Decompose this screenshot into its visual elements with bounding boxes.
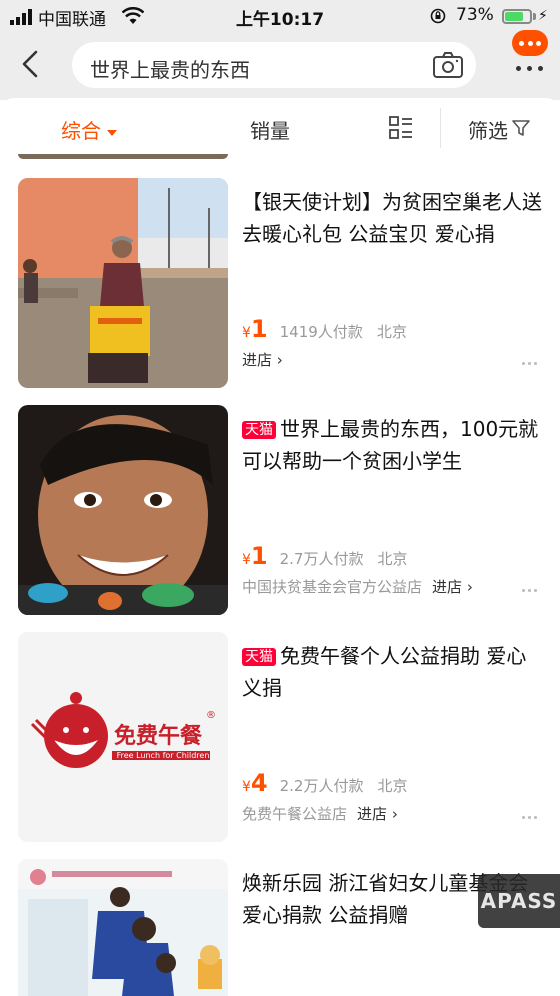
previous-product-image-edge	[18, 154, 228, 159]
currency-symbol: ¥	[242, 779, 251, 795]
enter-shop-link[interactable]: 进店	[357, 805, 387, 823]
product-card[interactable]: 天猫 世界上最贵的东西，100元就可以帮助一个贫困小学生 ¥1 2.7万人付款 北京 …	[0, 405, 560, 617]
more-menu-dots	[514, 66, 546, 72]
product-price: 1	[250, 542, 268, 570]
shop-row[interactable]: 中国扶贫基金会官方公益店 进店 ›	[242, 576, 473, 597]
shop-row[interactable]: 免费午餐公益店 进店 ›	[242, 803, 398, 824]
watermark-badge: APASS	[478, 874, 560, 928]
product-card[interactable]: 【银天使计划】为贫困空巢老人送去暖心礼包 公益宝贝 爱心捐 ¥1 1419人付款北…	[0, 178, 560, 390]
product-location: 北京	[377, 777, 408, 795]
tmall-badge: 天猫	[242, 648, 276, 666]
more-options-icon[interactable]	[522, 589, 538, 593]
product-meta: ¥4 2.2万人付款 北京	[242, 769, 542, 797]
shop-row[interactable]: 进店 ›	[242, 349, 283, 370]
filter-bar: 综合 销量 筛选	[0, 98, 560, 160]
battery-icon	[502, 9, 532, 24]
camera-icon[interactable]	[432, 50, 464, 80]
sales-count: 2.7万人付款	[279, 550, 364, 568]
message-bubble-icon	[512, 30, 548, 56]
battery-cap	[533, 13, 536, 20]
rotation-lock-icon	[430, 8, 446, 24]
tmall-badge: 天猫	[242, 421, 276, 439]
chevron-right-icon: ›	[466, 578, 473, 596]
filter-divider	[440, 108, 441, 148]
search-input[interactable]: 世界上最贵的东西	[72, 42, 476, 88]
list-view-toggle-icon[interactable]	[388, 115, 414, 141]
product-price: 4	[250, 769, 268, 797]
sales-count: 1419人付款	[279, 323, 363, 341]
product-price: 1	[250, 315, 268, 343]
tab-sales[interactable]: 销量	[250, 115, 290, 144]
tab-comprehensive-label: 综合	[61, 119, 101, 143]
tab-comprehensive[interactable]: 综合	[61, 115, 117, 144]
children-classroom-photo	[18, 859, 228, 996]
shop-name[interactable]: 中国扶贫基金会官方公益店	[242, 578, 422, 596]
currency-symbol: ¥	[242, 325, 251, 341]
battery-percent: 73%	[456, 5, 494, 25]
tab-sales-label: 销量	[250, 119, 290, 143]
registered-mark: ®	[206, 710, 216, 721]
more-dots-icon[interactable]	[508, 30, 552, 82]
charging-icon: ⚡	[538, 8, 548, 24]
product-title-text: 世界上最贵的东西，100元就可以帮助一个贫困小学生	[242, 417, 539, 473]
caret-down-icon	[107, 129, 117, 136]
free-lunch-logo-text: 免费午餐	[114, 724, 203, 749]
product-card[interactable]: 焕新乐园 浙江省妇女儿童基金会 爱心捐款 公益捐赠	[0, 859, 560, 996]
status-bar: 中国联通 上午10:17 73% ⚡	[0, 0, 560, 34]
product-location: 北京	[376, 323, 407, 341]
currency-symbol: ¥	[242, 552, 251, 568]
product-title[interactable]: 天猫 世界上最贵的东西，100元就可以帮助一个贫困小学生	[242, 413, 542, 477]
shop-name[interactable]: 免费午餐公益店	[242, 805, 347, 823]
product-meta: ¥1 2.7万人付款 北京	[242, 542, 542, 570]
product-image[interactable]	[18, 859, 228, 996]
chevron-right-icon: ›	[276, 351, 283, 369]
chevron-right-icon: ›	[391, 805, 398, 823]
product-image[interactable]: 免费午餐 Free Lunch for Children ®	[18, 632, 228, 842]
search-query: 世界上最贵的东西	[90, 58, 250, 82]
enter-shop-link[interactable]: 进店	[242, 351, 272, 369]
more-options-icon[interactable]	[522, 816, 538, 820]
search-header: 世界上最贵的东西	[0, 30, 560, 100]
product-title-text: 免费午餐个人公益捐助 爱心义捐	[242, 644, 527, 700]
smiling-boy-photo	[18, 405, 228, 615]
sales-count: 2.2万人付款	[279, 777, 364, 795]
more-options-icon[interactable]	[522, 362, 538, 366]
tab-filter[interactable]: 筛选	[468, 115, 508, 144]
product-image[interactable]	[18, 178, 228, 388]
tab-filter-label: 筛选	[468, 119, 508, 143]
product-card[interactable]: 免费午餐 Free Lunch for Children ® 天猫 免费午餐个人公…	[0, 632, 560, 844]
product-title[interactable]: 天猫 免费午餐个人公益捐助 爱心义捐	[242, 640, 542, 704]
enter-shop-link[interactable]: 进店	[432, 578, 462, 596]
funnel-icon[interactable]	[512, 119, 530, 137]
product-image[interactable]	[18, 405, 228, 615]
elderly-woman-photo	[18, 178, 228, 388]
product-location: 北京	[377, 550, 408, 568]
product-title[interactable]: 【银天使计划】为贫困空巢老人送去暖心礼包 公益宝贝 爱心捐	[242, 186, 542, 250]
battery-level	[505, 12, 523, 21]
free-lunch-logo-subtext: Free Lunch for Children	[116, 751, 210, 760]
chevron-left-icon[interactable]	[16, 44, 46, 84]
product-meta: ¥1 1419人付款 北京	[242, 315, 542, 343]
